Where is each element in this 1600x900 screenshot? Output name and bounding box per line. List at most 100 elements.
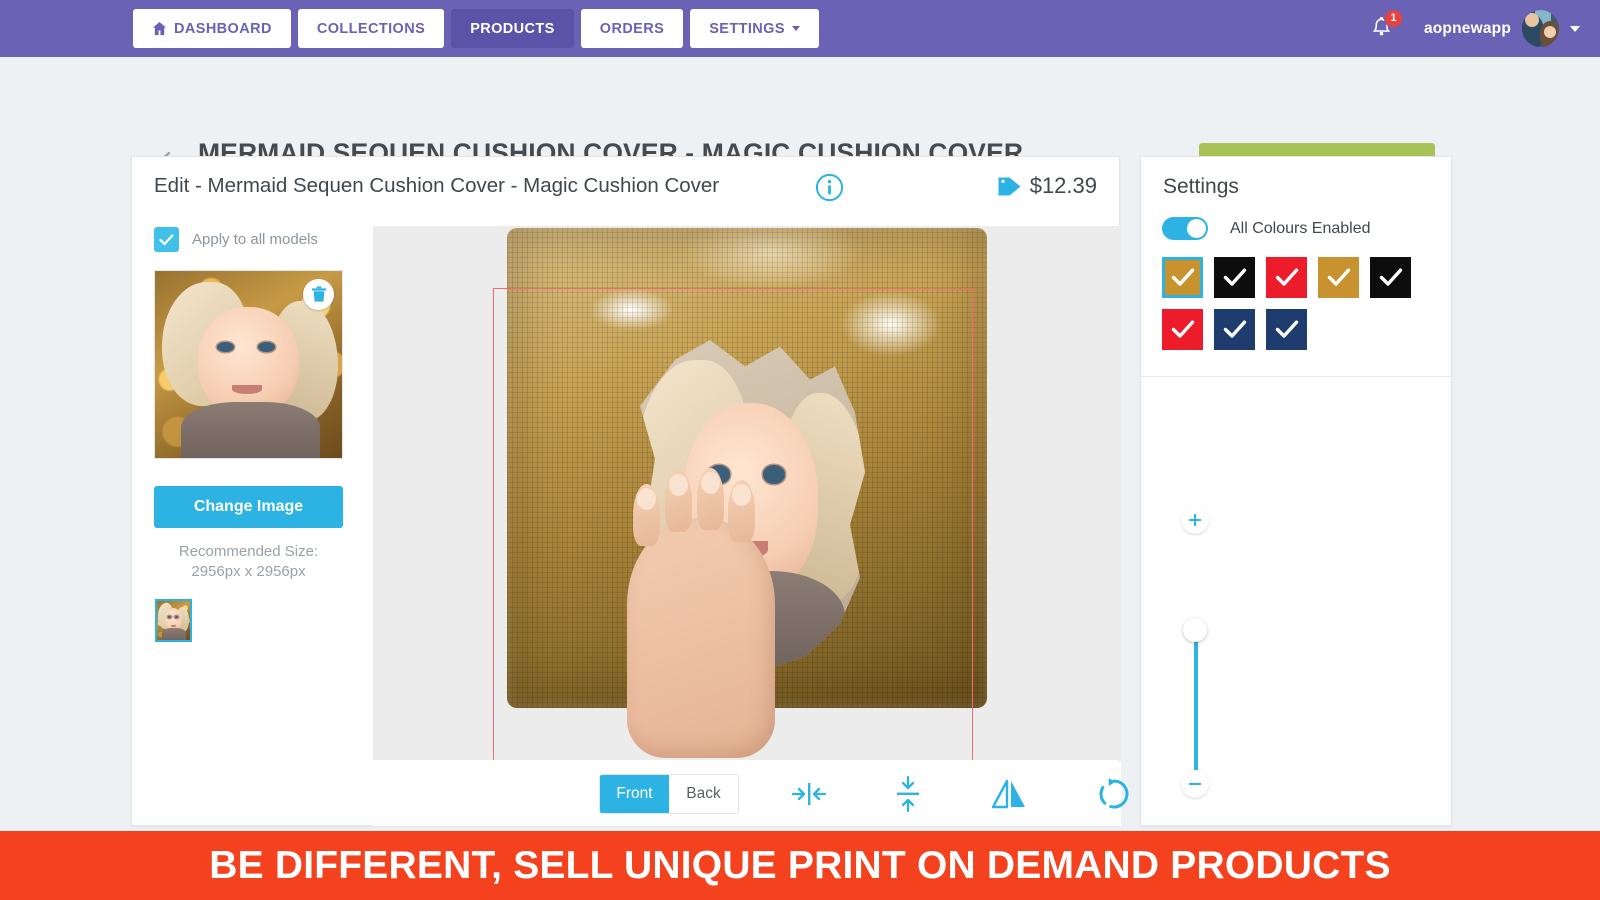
align-horizontal-center-icon bbox=[791, 783, 827, 805]
nav-right-cluster: 1 aopnewapp bbox=[1362, 0, 1580, 57]
photo-eye-left bbox=[216, 342, 234, 353]
check-icon bbox=[1327, 268, 1350, 286]
cushion-mockup bbox=[507, 228, 987, 758]
canvas-toolbar: Front Back bbox=[373, 762, 1129, 826]
chevron-down-icon bbox=[791, 26, 800, 31]
price-tag-icon bbox=[998, 177, 1021, 196]
nav-tab-list: DASHBOARD COLLECTIONS PRODUCTS ORDERS SE… bbox=[133, 9, 819, 48]
check-icon bbox=[1379, 268, 1402, 286]
align-vertical-center-icon bbox=[897, 775, 919, 813]
promo-banner-text: BE DIFFERENT, SELL UNIQUE PRINT ON DEMAN… bbox=[209, 843, 1391, 887]
product-preview-canvas[interactable] bbox=[373, 226, 1121, 760]
flip-horizontal-icon bbox=[991, 779, 1025, 809]
settings-panel-title: Settings bbox=[1163, 175, 1239, 198]
recommended-size-value: 2956px x 2956px bbox=[191, 563, 306, 580]
colour-swatch-4[interactable] bbox=[1370, 257, 1411, 298]
hand-nail-2 bbox=[669, 474, 688, 496]
zoom-slider-handle[interactable] bbox=[1183, 618, 1207, 642]
apply-to-all-models-checkbox[interactable]: Apply to all models bbox=[154, 227, 318, 252]
thumb-eye-right bbox=[175, 615, 179, 618]
price-value: $12.39 bbox=[1029, 173, 1097, 198]
minus-icon bbox=[1188, 783, 1202, 785]
avatar[interactable] bbox=[1522, 10, 1559, 47]
price-display: $12.39 bbox=[997, 173, 1097, 199]
colour-swatch-3[interactable] bbox=[1318, 257, 1359, 298]
editor-card-header: Edit - Mermaid Sequen Cushion Cover - Ma… bbox=[132, 157, 1119, 219]
editor-card-title: Edit - Mermaid Sequen Cushion Cover - Ma… bbox=[154, 174, 720, 197]
notification-count-badge: 1 bbox=[1383, 8, 1403, 28]
hand-nail-1 bbox=[637, 488, 656, 510]
check-icon bbox=[1171, 320, 1194, 338]
photo-face bbox=[198, 306, 299, 415]
trash-icon bbox=[311, 286, 326, 302]
side-toggle-group: Front Back bbox=[599, 774, 739, 814]
delete-image-button[interactable] bbox=[303, 279, 334, 310]
check-icon bbox=[1275, 268, 1298, 286]
colour-swatch-5[interactable] bbox=[1162, 309, 1203, 350]
all-colours-toggle-row[interactable]: All Colours Enabled bbox=[1162, 217, 1371, 240]
zoom-in-button[interactable] bbox=[1181, 506, 1209, 534]
check-icon bbox=[1275, 320, 1298, 338]
colour-swatch-7[interactable] bbox=[1266, 309, 1307, 350]
change-image-button[interactable]: Change Image bbox=[154, 486, 343, 528]
settings-divider bbox=[1141, 376, 1451, 377]
model-hand bbox=[627, 468, 775, 758]
check-icon bbox=[159, 233, 174, 245]
print-eye-right bbox=[762, 465, 785, 484]
checkbox-box bbox=[154, 227, 179, 252]
nav-tab-orders[interactable]: ORDERS bbox=[580, 9, 684, 48]
nav-tab-products-label: PRODUCTS bbox=[470, 20, 555, 37]
nav-tab-dashboard[interactable]: DASHBOARD bbox=[133, 9, 291, 48]
thumbnail-image bbox=[157, 601, 190, 640]
image-thumbnail-item[interactable] bbox=[155, 599, 192, 642]
flip-horizontal-button[interactable] bbox=[986, 771, 1032, 817]
nav-tab-settings-label: SETTINGS bbox=[709, 20, 785, 37]
colour-swatch-1[interactable] bbox=[1214, 257, 1255, 298]
nav-tab-dashboard-label: DASHBOARD bbox=[174, 20, 272, 37]
avatar-person-one-head bbox=[1525, 13, 1539, 27]
promo-banner: BE DIFFERENT, SELL UNIQUE PRINT ON DEMAN… bbox=[0, 831, 1600, 900]
zoom-slider-tick bbox=[1198, 711, 1210, 713]
front-side-button[interactable]: Front bbox=[600, 775, 669, 813]
hand-nail-4 bbox=[732, 484, 751, 506]
avatar-person-two-head bbox=[1544, 26, 1556, 38]
zoom-slider-tick bbox=[1198, 651, 1210, 653]
align-vertical-center-button[interactable] bbox=[885, 771, 931, 817]
colour-swatch-0[interactable] bbox=[1162, 257, 1203, 298]
plus-icon bbox=[1188, 513, 1202, 527]
nav-tab-products[interactable]: PRODUCTS bbox=[451, 9, 574, 48]
apply-to-all-models-label: Apply to all models bbox=[192, 231, 318, 248]
hand-nail-3 bbox=[701, 472, 720, 494]
check-icon bbox=[1223, 320, 1246, 338]
zoom-out-button[interactable] bbox=[1181, 770, 1209, 798]
recommended-size-label: Recommended Size: bbox=[178, 543, 319, 560]
home-icon bbox=[152, 21, 167, 36]
colour-swatch-6[interactable] bbox=[1214, 309, 1255, 350]
info-button[interactable] bbox=[815, 173, 844, 202]
check-icon bbox=[1223, 268, 1246, 286]
notifications-button[interactable]: 1 bbox=[1362, 8, 1403, 49]
back-side-button[interactable]: Back bbox=[669, 775, 738, 813]
nav-tab-orders-label: ORDERS bbox=[599, 20, 665, 37]
user-name-label: aopnewapp bbox=[1423, 19, 1511, 37]
photo-body bbox=[181, 401, 320, 458]
rotate-button[interactable] bbox=[1091, 771, 1137, 817]
thumb-eye-left bbox=[167, 615, 171, 618]
toggle-knob bbox=[1187, 219, 1206, 238]
source-image-preview[interactable] bbox=[154, 270, 343, 459]
colour-swatch-grid bbox=[1162, 257, 1432, 350]
align-horizontal-center-button[interactable] bbox=[786, 771, 832, 817]
thumb-mouth bbox=[170, 624, 176, 627]
all-colours-toggle[interactable] bbox=[1162, 217, 1208, 240]
recommended-size-text: Recommended Size: 2956px x 2956px bbox=[154, 542, 343, 582]
user-menu-chevron-down-icon[interactable] bbox=[1570, 25, 1580, 32]
photo-eye-right bbox=[257, 342, 275, 353]
colour-swatch-2[interactable] bbox=[1266, 257, 1307, 298]
top-navigation-bar: DASHBOARD COLLECTIONS PRODUCTS ORDERS SE… bbox=[0, 0, 1600, 57]
page-header: MERMAID SEQUEN CUSHION COVER - MAGIC CUS… bbox=[0, 57, 1600, 188]
nav-tab-collections[interactable]: COLLECTIONS bbox=[297, 9, 445, 48]
thumb-body bbox=[161, 628, 187, 640]
nav-tab-settings[interactable]: SETTINGS bbox=[690, 9, 819, 48]
product-editor-card: Edit - Mermaid Sequen Cushion Cover - Ma… bbox=[131, 156, 1210, 826]
zoom-slider[interactable] bbox=[1181, 506, 1210, 798]
